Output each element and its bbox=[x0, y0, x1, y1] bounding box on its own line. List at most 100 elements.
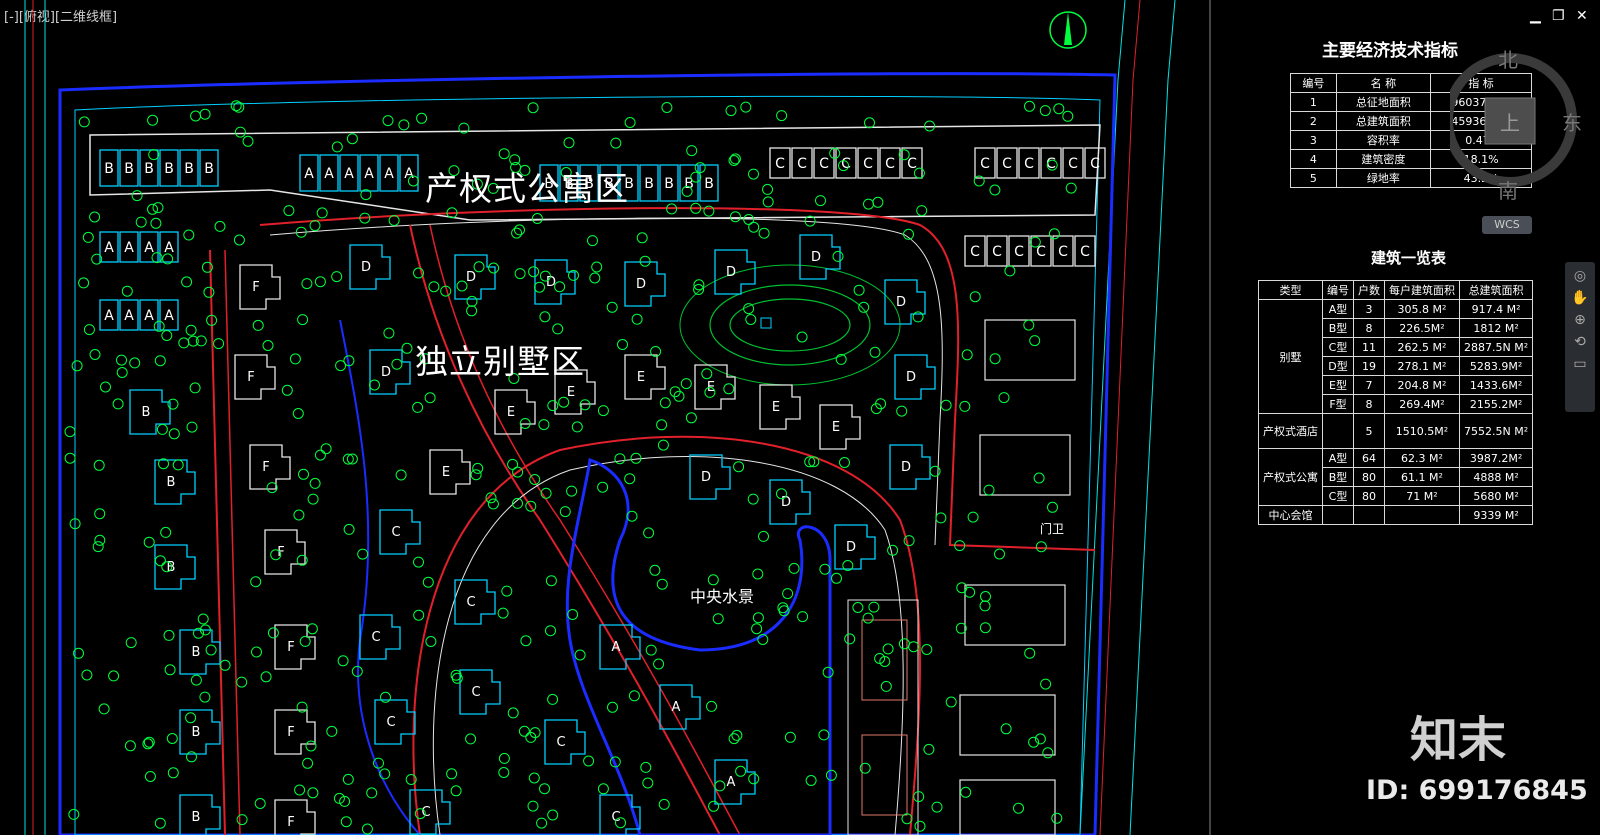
zone-label-water: 中央水景 bbox=[690, 587, 755, 606]
table-cell: 1812 M² bbox=[1458, 318, 1534, 338]
table-cell: 3 bbox=[1353, 299, 1385, 319]
tree-symbol bbox=[401, 342, 413, 354]
tree-symbol bbox=[166, 733, 178, 744]
tree-symbol bbox=[528, 266, 540, 278]
table-cell: 产权式公寓 bbox=[1258, 448, 1323, 506]
tree-symbol bbox=[189, 382, 201, 394]
zoom-icon[interactable]: ⊕ bbox=[1565, 312, 1595, 328]
tree-symbol bbox=[708, 800, 720, 812]
tree-symbol bbox=[728, 733, 740, 745]
tree-symbol bbox=[969, 291, 981, 303]
compass-east[interactable]: 东 bbox=[1562, 107, 1582, 136]
tree-symbol bbox=[357, 548, 369, 560]
tree-symbol bbox=[818, 729, 830, 741]
tree-symbol bbox=[591, 261, 603, 273]
table-cell: 总征地面积 bbox=[1335, 92, 1432, 112]
tree-symbol bbox=[199, 691, 211, 703]
table-cell: 5 bbox=[1353, 413, 1385, 449]
tree-symbol bbox=[597, 783, 609, 795]
tree-symbol bbox=[1042, 747, 1054, 759]
tree-symbol bbox=[340, 816, 352, 828]
tree-symbol bbox=[752, 568, 764, 580]
tree-symbol bbox=[472, 462, 484, 474]
zone-label-villa: 独立别墅区 bbox=[415, 342, 585, 381]
unit-type-letter: B bbox=[704, 176, 714, 192]
tree-symbol bbox=[645, 644, 657, 656]
tree-symbol bbox=[383, 327, 395, 339]
tree-symbol bbox=[547, 693, 559, 705]
close-icon[interactable]: ✕ bbox=[1576, 8, 1588, 24]
minimize-icon[interactable]: ▁ bbox=[1530, 8, 1541, 24]
tree-symbol bbox=[236, 814, 248, 826]
unit-type-letter: A bbox=[104, 308, 114, 324]
tree-symbol bbox=[607, 701, 618, 713]
tree-symbol bbox=[199, 108, 211, 120]
table-cell: 容积率 bbox=[1335, 130, 1432, 150]
table-row: 中心会馆 9339 M² bbox=[1258, 505, 1534, 525]
tree-symbol bbox=[714, 780, 726, 792]
tree-symbol bbox=[844, 633, 856, 645]
tree-symbol bbox=[78, 277, 90, 289]
tree-symbol bbox=[527, 800, 539, 812]
tree-symbol bbox=[466, 295, 478, 307]
table-header-cell: 户数 bbox=[1353, 280, 1385, 300]
tree-symbol bbox=[81, 669, 93, 681]
compass-south[interactable]: 南 bbox=[1498, 175, 1518, 204]
tree-symbol bbox=[913, 791, 925, 803]
tree-symbol bbox=[589, 272, 601, 284]
tree-symbol bbox=[281, 384, 293, 396]
tree-symbol bbox=[916, 205, 928, 217]
tree-symbol bbox=[342, 773, 354, 785]
villa-type-letter: C bbox=[391, 525, 400, 540]
tree-symbol bbox=[498, 767, 510, 778]
tree-symbol bbox=[782, 588, 794, 600]
viewcube-top-face[interactable]: 上 bbox=[1500, 107, 1520, 136]
hotel-block bbox=[964, 584, 1066, 646]
tree-symbol bbox=[488, 262, 500, 274]
villa-type-letter: F bbox=[287, 725, 294, 740]
tree-symbol bbox=[497, 607, 509, 619]
tree-symbol bbox=[831, 572, 842, 584]
navigation-bar[interactable]: ◎ ✋ ⊕ ⟲ ▭ bbox=[1565, 262, 1595, 412]
viewcube[interactable]: 北 南 东 上 bbox=[1443, 40, 1600, 203]
unit-type-letter: A bbox=[164, 240, 174, 256]
building-summary-table: 类型 编号 户数 每户建筑面积 总建筑面积 别墅 A型 3 305.8 M² 917.4 M² B型… bbox=[1258, 280, 1534, 525]
tree-symbol bbox=[267, 627, 279, 639]
compass-north[interactable]: 北 bbox=[1498, 44, 1518, 73]
tree-symbol bbox=[706, 700, 717, 712]
table-cell: 4 bbox=[1290, 149, 1337, 169]
table-header-cell: 总建筑面积 bbox=[1458, 280, 1534, 300]
table-cell: 64 bbox=[1353, 448, 1385, 468]
tree-symbol bbox=[154, 355, 166, 367]
tree-symbol bbox=[656, 578, 668, 590]
unit-type-letter: B bbox=[184, 161, 194, 177]
pan-icon[interactable]: ✋ bbox=[1565, 290, 1595, 306]
tree-symbol bbox=[979, 622, 991, 634]
tree-symbol bbox=[203, 286, 215, 298]
tree-symbol bbox=[309, 477, 321, 489]
steering-wheel-icon[interactable]: ◎ bbox=[1565, 268, 1595, 284]
tree-symbol bbox=[293, 509, 305, 521]
tree-symbol bbox=[983, 484, 995, 496]
wcs-menu[interactable]: WCS bbox=[1482, 216, 1532, 234]
tree-symbol bbox=[466, 305, 478, 317]
unit-type-letter: C bbox=[1014, 244, 1024, 260]
tree-symbol bbox=[545, 625, 556, 637]
tree-symbol bbox=[185, 324, 197, 336]
orbit-icon[interactable]: ⟲ bbox=[1565, 334, 1595, 350]
restore-icon[interactable]: ❐ bbox=[1552, 8, 1565, 24]
table-cell: 4888 M² bbox=[1458, 467, 1534, 487]
tree-symbol bbox=[534, 281, 545, 293]
tree-symbol bbox=[465, 733, 477, 745]
tree-symbol bbox=[748, 773, 760, 785]
tree-symbol bbox=[251, 646, 262, 658]
table-cell: 2 bbox=[1290, 111, 1337, 131]
showmotion-icon[interactable]: ▭ bbox=[1565, 356, 1595, 372]
unit-type-letter: A bbox=[324, 166, 334, 182]
tree-symbol bbox=[190, 674, 202, 686]
tree-symbol bbox=[752, 612, 764, 624]
villa-type-letter: A bbox=[727, 775, 736, 790]
tree-symbol bbox=[929, 465, 941, 477]
tree-symbol bbox=[250, 576, 262, 588]
table-row: 别墅 A型 3 305.8 M² 917.4 M² bbox=[1258, 299, 1534, 414]
